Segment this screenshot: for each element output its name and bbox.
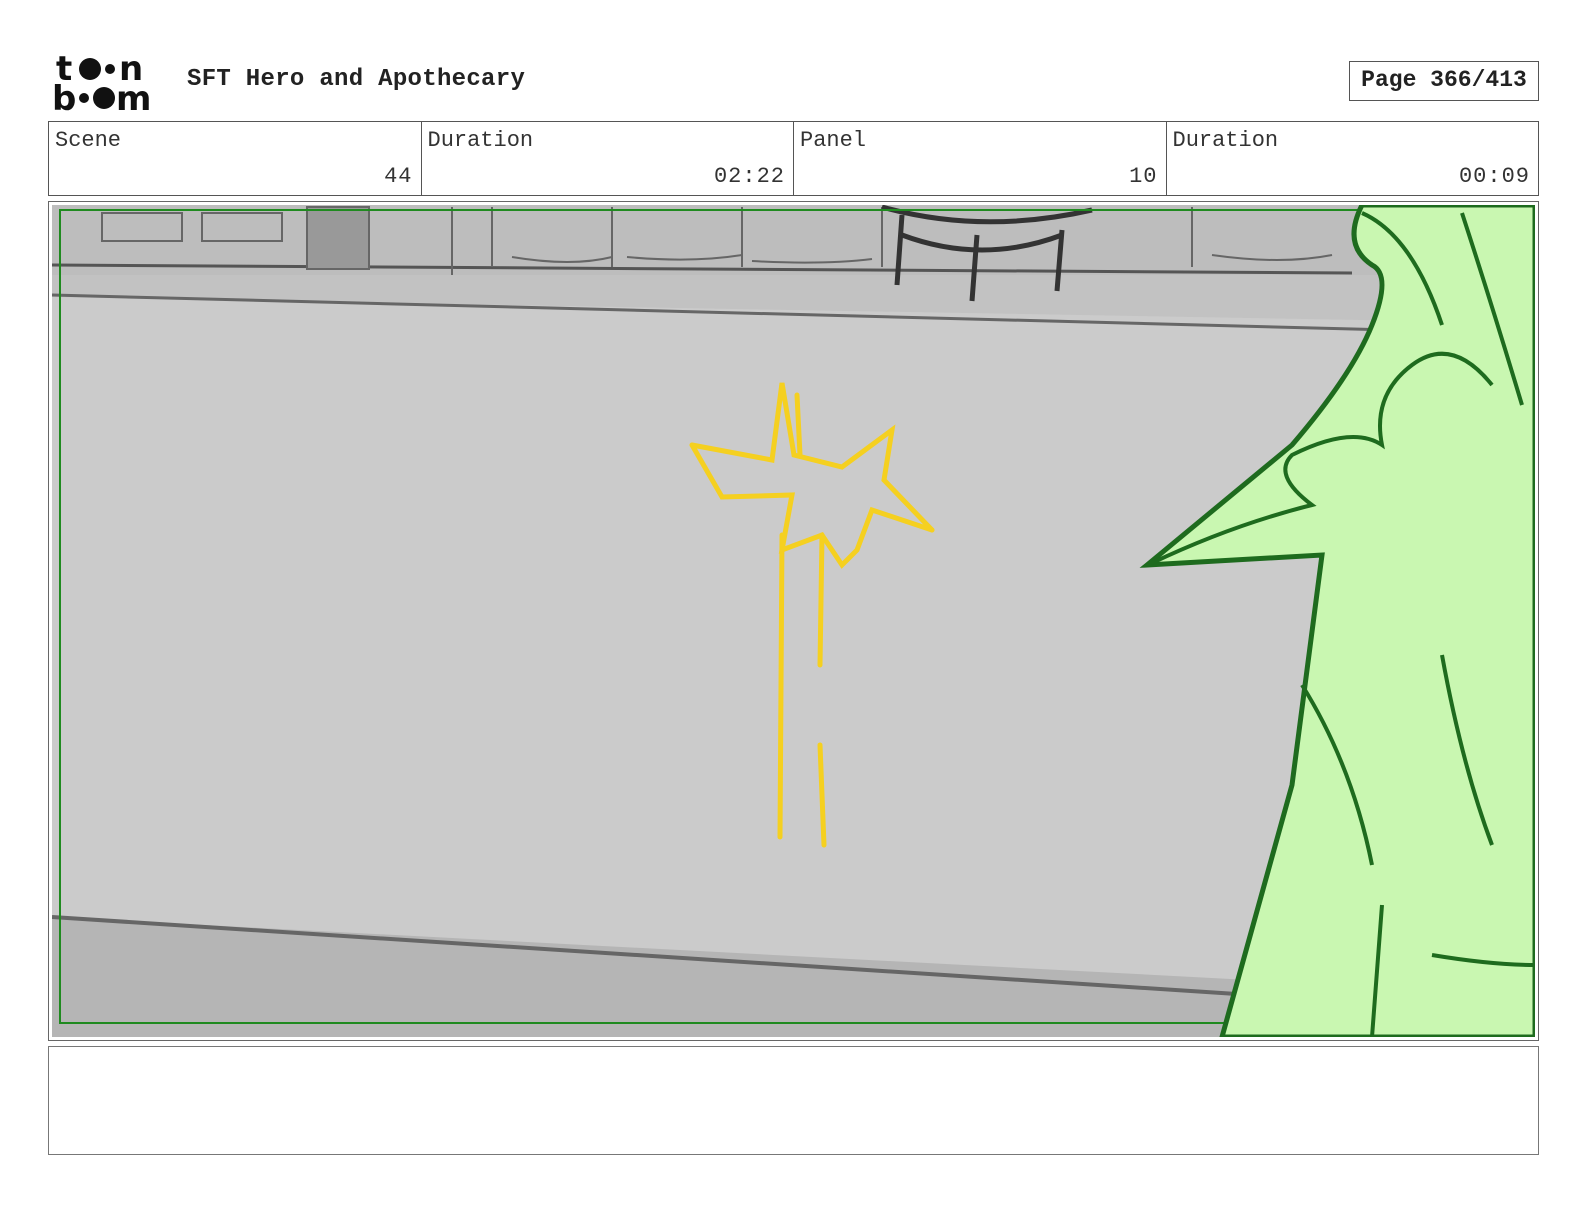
toon-boom-logo: t n b m: [52, 52, 164, 112]
panel-duration-label: Duration: [1172, 128, 1279, 153]
svg-text:b: b: [52, 79, 76, 112]
scene-duration-cell: Duration 02:22: [422, 122, 794, 195]
scene-value: 44: [384, 164, 413, 189]
storyboard-panel: [48, 201, 1539, 1041]
page-number: Page 366/413: [1349, 61, 1539, 101]
scene-info-row: Scene 44 Duration 02:22 Panel 10 Duratio…: [48, 121, 1539, 196]
notes-area: [48, 1046, 1539, 1155]
svg-text:m: m: [116, 79, 151, 112]
scene-label: Scene: [55, 128, 122, 153]
panel-value: 10: [1129, 164, 1158, 189]
scene-cell: Scene 44: [49, 122, 422, 195]
scene-duration-value: 02:22: [713, 164, 785, 189]
panel-duration-value: 00:09: [1458, 164, 1530, 189]
panel-duration-cell: Duration 00:09: [1167, 122, 1539, 195]
panel-label: Panel: [800, 128, 867, 153]
project-title: SFT Hero and Apothecary: [187, 66, 526, 93]
panel-drawing: [52, 205, 1535, 1037]
panel-cell: Panel 10: [794, 122, 1167, 195]
toon-boom-logo-mark: t n b m: [52, 52, 151, 112]
scene-duration-label: Duration: [427, 128, 534, 153]
